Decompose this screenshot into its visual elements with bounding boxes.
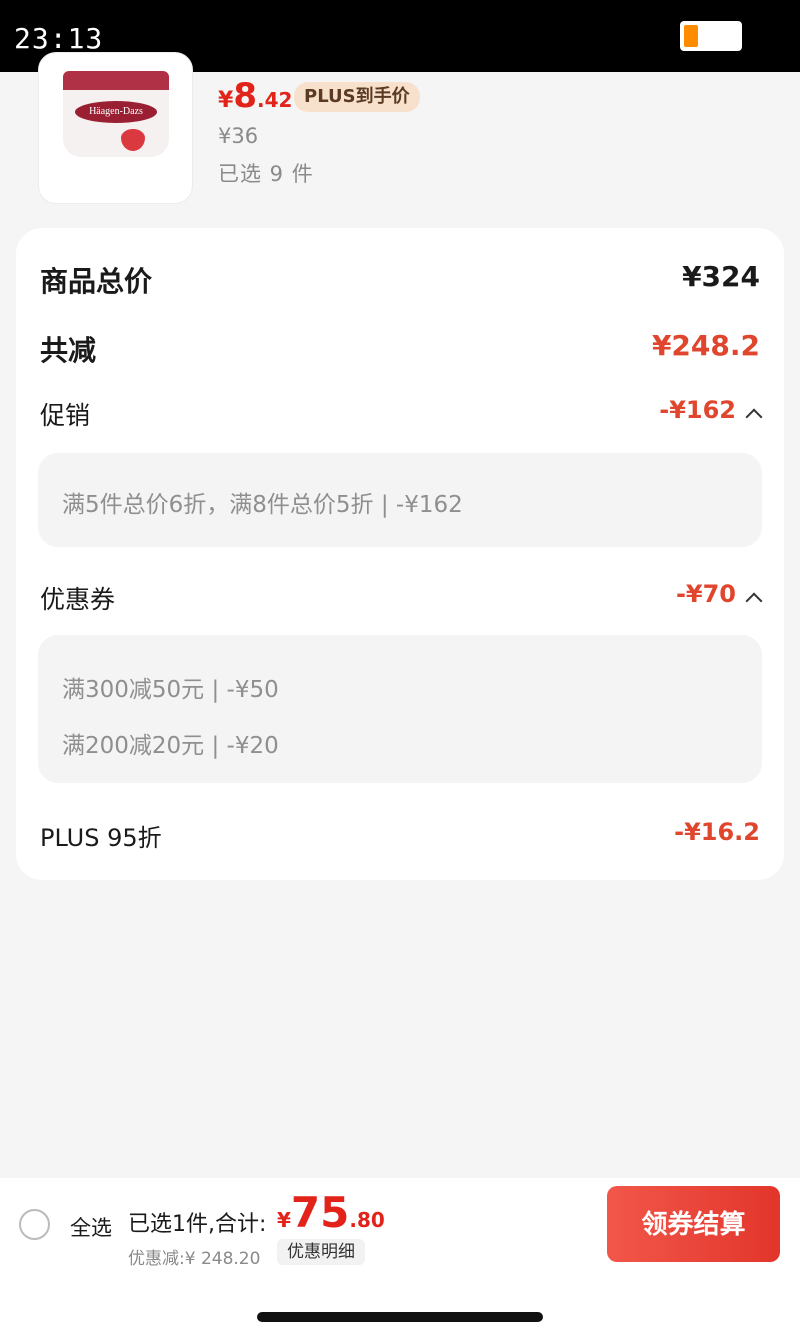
chevron-up-icon[interactable] [745,592,763,610]
select-all-radio[interactable] [19,1209,50,1240]
total-amount: ¥75.80 [277,1188,385,1237]
discount-summary: 优惠减:¥ 248.20 [128,1249,261,1269]
reduce-value: ¥248.2 [651,329,760,362]
total-label: 商品总价 [40,265,153,298]
battery-icon [680,21,742,51]
promotion-label[interactable]: 促销 [40,396,90,432]
selected-quantity: 已选 9 件 [218,162,314,186]
price-symbol: ¥ [218,88,234,113]
total-value: ¥324 [682,260,760,293]
home-area [0,1270,800,1336]
coupon-label[interactable]: 优惠券 [40,580,115,616]
promotion-value[interactable]: -¥162 [659,396,736,424]
product-price: ¥8.42 [218,76,292,116]
price-decimal: .42 [256,88,293,112]
total-decimal: .80 [349,1208,385,1232]
promotion-detail: 满5件总价6折，满8件总价5折 | -¥162 [62,492,463,518]
total-symbol: ¥ [277,1208,291,1232]
plus-discount-label: PLUS 95折 [40,824,162,852]
original-price: ¥36 [218,124,259,148]
discount-detail-button[interactable]: 优惠明细 [277,1239,365,1265]
plus-price-tag: PLUS到手价 [294,82,420,112]
coupon-detail: 满300减50元 | -¥50 [62,677,279,703]
selected-count-text: 已选1件,合计: [128,1212,267,1237]
price-summary-card: 商品总价 ¥324 共减 ¥248.2 促销 -¥162 满5件总价6折，满8件… [16,228,784,880]
battery-level [684,25,698,47]
total-integer: 75 [290,1188,350,1237]
status-time: 23:13 [14,22,104,55]
home-indicator[interactable] [257,1312,543,1322]
promotion-detail-box: 满5件总价6折，满8件总价5折 | -¥162 [38,453,762,547]
strawberry-icon [121,129,145,151]
ice-cream-tub-image: Häagen-Dazs [63,71,169,157]
coupon-detail: 满200减20元 | -¥20 [62,733,279,759]
plus-discount-value: -¥16.2 [674,818,760,846]
brand-logo: Häagen-Dazs [75,101,157,123]
price-integer: 8 [233,76,257,116]
checkout-button[interactable]: 领券结算 [607,1186,780,1262]
reduce-label: 共减 [40,334,97,367]
chevron-up-icon[interactable] [745,408,763,426]
coupon-value[interactable]: -¥70 [676,580,736,608]
coupon-detail-box: 满300减50元 | -¥50 满200减20元 | -¥20 [38,635,762,783]
product-thumbnail[interactable]: Häagen-Dazs [38,52,193,204]
select-all-label[interactable]: 全选 [70,1212,112,1242]
checkout-bar: 全选 已选1件,合计: ¥75.80 优惠减:¥ 248.20 优惠明细 领券结… [0,1178,800,1270]
product-item: Häagen-Dazs ¥8.42 PLUS到手价 ¥36 已选 9 件 [0,52,800,222]
